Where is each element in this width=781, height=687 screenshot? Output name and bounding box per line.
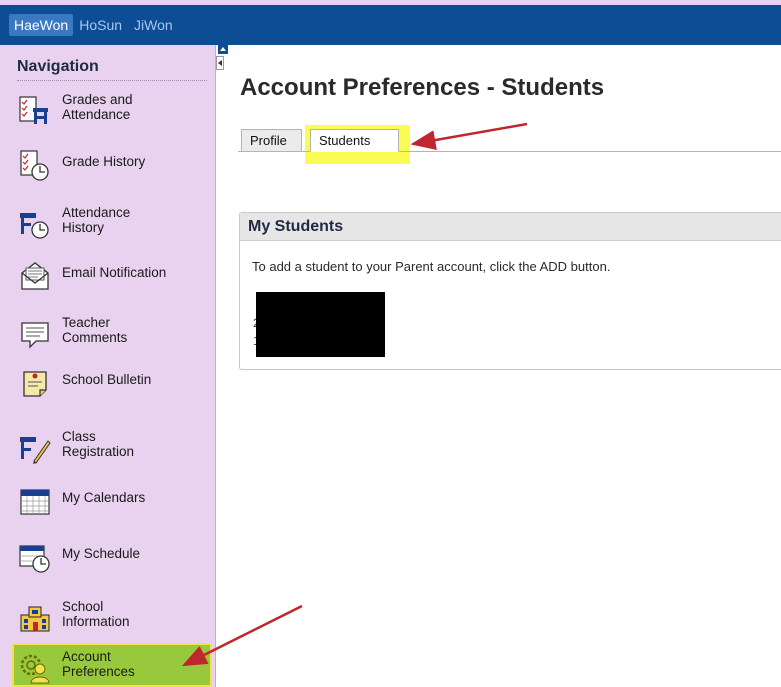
account-preferences-icon — [20, 654, 50, 684]
collapse-up-button[interactable] — [218, 45, 228, 54]
navigation-title: Navigation — [17, 58, 99, 75]
label-line-1: School — [62, 599, 104, 614]
top-edge — [0, 0, 781, 5]
label-line-2: Information — [62, 614, 130, 629]
bulletin-icon — [23, 371, 47, 397]
sidebar-item-label: Teacher Comments — [62, 315, 202, 345]
grade-history-icon — [20, 150, 49, 181]
redacted-student-list — [256, 292, 385, 357]
grades-attendance-icon — [19, 96, 48, 124]
sidebar-item-my-calendars[interactable]: My Calendars — [14, 478, 209, 524]
label-line-1: Teacher — [62, 315, 111, 330]
label-line-2: Preferences — [62, 664, 135, 679]
sidebar-item-class-registration[interactable]: Class Registration — [14, 425, 209, 471]
student-switcher: HaeWon HoSun JiWon — [9, 14, 179, 36]
sidebar-item-school-bulletin[interactable]: School Bulletin — [14, 360, 209, 406]
sidebar-item-label: Grades and Attendance — [62, 92, 202, 122]
label-line-2: History — [62, 220, 105, 235]
students-tab-arrow — [410, 122, 528, 150]
calendar-icon — [20, 489, 50, 515]
sidebar-item-grade-history[interactable]: Grade History — [14, 142, 209, 188]
page-title: Account Preferences - Students — [240, 74, 605, 101]
sidebar-item-label: Class Registration — [62, 429, 202, 459]
panel-instructions: To add a student to your Parent account,… — [252, 259, 611, 274]
sidebar-item-label: School Information — [62, 599, 202, 629]
sidebar-item-label: Account Preferences — [62, 649, 202, 679]
sidebar-item-email-notification[interactable]: Email Notification — [14, 253, 209, 299]
comments-icon — [21, 322, 49, 349]
sidebar-item-grades-attendance[interactable]: Grades and Attendance — [14, 88, 209, 134]
label-line-1: Grades and — [62, 92, 133, 107]
sidebar-item-label: School Bulletin — [62, 372, 152, 387]
label-line-1: Attendance — [62, 205, 131, 220]
collapse-sidebar-button[interactable] — [216, 56, 224, 70]
panel-heading: My Students — [240, 213, 781, 241]
label-line-2: Comments — [62, 330, 128, 345]
student-tab-haewon[interactable]: HaeWon — [9, 14, 74, 36]
student-tab-hosun[interactable]: HoSun — [73, 14, 128, 36]
label-line-2: Attendance — [62, 107, 131, 122]
tab-profile[interactable]: Profile — [241, 129, 302, 152]
sidebar-item-school-information[interactable]: School Information — [14, 595, 209, 641]
my-students-panel: My Students To add a student to your Par… — [239, 212, 781, 370]
email-icon — [21, 262, 49, 290]
label-line-2: Registration — [62, 444, 135, 459]
label-line-1: Class — [62, 429, 96, 444]
sidebar-item-account-preferences[interactable]: Account Preferences — [12, 643, 212, 687]
sidebar-item-label: Grade History — [62, 154, 146, 169]
sidebar: Navigation Grades and Attendance Grade H… — [0, 45, 216, 687]
navigation-divider — [17, 80, 207, 81]
sidebar-item-label: Attendance History — [62, 205, 202, 235]
student-tab-jiwon[interactable]: JiWon — [128, 14, 179, 36]
school-icon — [20, 606, 50, 632]
sidebar-item-label: My Schedule — [62, 546, 141, 561]
sidebar-item-teacher-comments[interactable]: Teacher Comments — [14, 311, 209, 357]
registration-icon — [20, 437, 51, 464]
sidebar-item-attendance-history[interactable]: Attendance History — [14, 201, 209, 247]
tab-students[interactable]: Students — [310, 129, 399, 152]
attendance-history-icon — [20, 213, 49, 239]
schedule-icon — [19, 545, 50, 573]
sidebar-item-my-schedule[interactable]: My Schedule — [14, 534, 209, 580]
label-line-1: Account — [62, 649, 111, 664]
sidebar-item-label: Email Notification — [62, 265, 167, 280]
sidebar-item-label: My Calendars — [62, 490, 146, 505]
